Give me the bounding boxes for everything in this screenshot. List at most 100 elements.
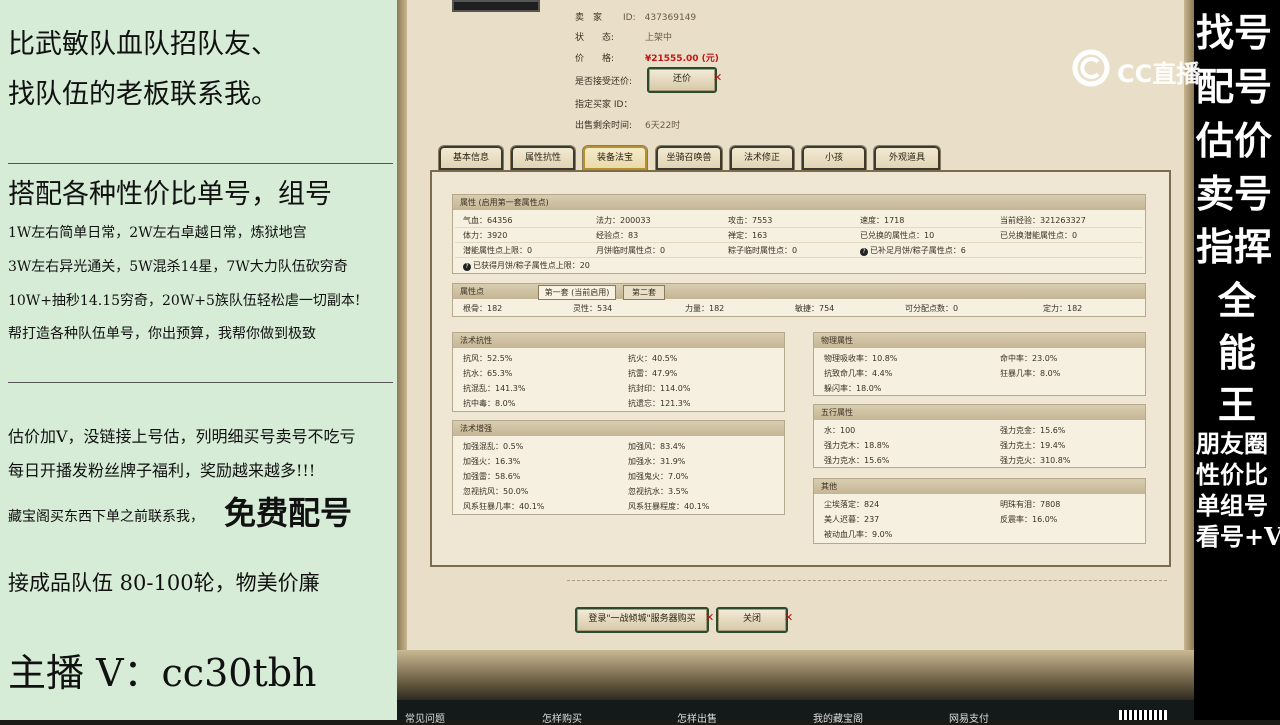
pt-endurance: 定力：182 — [1043, 304, 1083, 313]
buy-on-server-button[interactable]: 登录"一战倾城"服务器购买 — [575, 607, 709, 633]
footer-link-pay[interactable]: 网易支付 — [949, 710, 989, 725]
service-heading: 搭配各种性价比单号，组号 — [8, 179, 332, 210]
stat-cap-obtained: ? 已获得月饼/粽子属性点上限：20 — [463, 260, 590, 271]
status-value: 上架中 — [645, 33, 673, 43]
wuxing-cell: 强力克土：19.4% — [1000, 441, 1066, 450]
pt-strength: 力量：182 — [685, 304, 725, 313]
wuxing-cell: 水：100 — [824, 426, 856, 435]
phys-cell: 抗致命几率：4.4% — [824, 369, 893, 378]
haggle-label: 是否接受还价: — [575, 77, 633, 87]
five-elements-header: 五行属性 — [814, 405, 1145, 420]
service-line-2: 3W左右异光通关，5W混杀14星，7W大力队伍砍穷奇 — [8, 259, 348, 275]
close-button[interactable]: 关闭 — [716, 607, 788, 633]
resist-cell: 抗混乱：141.3% — [463, 384, 526, 393]
physical-attr-box: 物理属性 物理吸收率：10.8% 命中率：23.0% 抗致命几率：4.4% 狂暴… — [813, 332, 1146, 396]
spell-resist-box: 法术抗性 抗风：52.5% 抗火：40.5% 抗水：65.3% 抗雷：47.9%… — [452, 332, 785, 412]
team-offer-line: 接成品队伍 80-100轮，物美价廉 — [8, 571, 320, 595]
stat-mooncake: 月饼临时属性点：0 — [596, 246, 666, 255]
stat-potential-cap: 潜能属性点上限：0 — [463, 246, 533, 255]
resist-cell: 抗中毒：8.0% — [463, 399, 516, 408]
note-line-2: 每日开播发粉丝牌子福利，奖励越来越多!!! — [8, 461, 316, 480]
seller-id: ID: 437369149 — [623, 13, 697, 23]
footer-link-buy[interactable]: 怎样购买 — [542, 710, 582, 725]
tab-attributes[interactable]: 属性抗性 — [510, 145, 576, 170]
phys-cell: 狂暴几率：8.0% — [1000, 369, 1061, 378]
price-label: 价 格: — [575, 54, 615, 64]
streamer-contact: 主播 V：cc30tbh — [8, 651, 317, 695]
spell-resist-header: 法术抗性 — [453, 333, 784, 348]
other-attr-header: 其他 — [814, 479, 1145, 494]
left-frame — [397, 0, 407, 680]
note-line-3: 藏宝阁买东西下单之前联系我， — [8, 509, 204, 525]
recruit-line-1: 比武敏队血队招队友、 — [8, 29, 278, 60]
wuxing-cell: 强力克火：310.8% — [1000, 456, 1071, 465]
service-line-3: 10W+抽秒14.15穷奇，20W+5族队伍轻松虐一切副本! — [8, 293, 361, 309]
phys-cell: 躲闪率：18.0% — [824, 384, 882, 393]
tab-basic-info[interactable]: 基本信息 — [438, 145, 504, 170]
stat-filled-text: 已补足月饼/粽子属性点：6 — [870, 246, 966, 255]
stat-potential-exchanged: 已兑换潜能属性点：0 — [1000, 231, 1078, 240]
other-cell: 尘埃落定：824 — [824, 500, 880, 509]
dotted-divider — [567, 580, 1167, 581]
tab-spell-correction[interactable]: 法术修正 — [729, 145, 795, 170]
ad-line-8: 王 — [1218, 382, 1257, 427]
streamer-info-panel: 比武敏队血队招队友、 找队伍的老板联系我。 搭配各种性价比单号，组号 1W左右简… — [0, 0, 397, 720]
ad-line-7: 能 — [1218, 330, 1257, 375]
resist-cell: 抗雷：47.9% — [628, 369, 678, 378]
resist-cell: 抗封印：114.0% — [628, 384, 691, 393]
recruit-line-2: 找队伍的老板联系我。 — [8, 79, 278, 110]
status-label: 状 态: — [575, 33, 615, 43]
divider — [8, 382, 393, 383]
time-label: 出售剩余时间: — [575, 121, 633, 131]
pt-agility: 敏捷：754 — [795, 304, 835, 313]
spell-boost-box: 法术增强 加强混乱：0.5% 加强风：83.4% 加强火：16.3% 加强水：3… — [452, 420, 785, 515]
resist-cell: 抗风：52.5% — [463, 354, 513, 363]
ad-small-1: 朋友圈 — [1196, 429, 1268, 458]
boost-cell: 加强水：31.9% — [628, 457, 686, 466]
tab-point-set-1[interactable]: 第一套 (当前启用) — [538, 285, 616, 300]
resist-cell: 抗水：65.3% — [463, 369, 513, 378]
pt-free: 可分配点数：0 — [905, 304, 959, 313]
close-icon: ✕ — [784, 611, 794, 624]
other-cell: 明珠有泪：7808 — [1000, 500, 1061, 509]
tab-appearance[interactable]: 外观道具 — [873, 145, 941, 170]
haggle-button[interactable]: 还价 — [647, 67, 717, 93]
divider — [8, 163, 393, 164]
stat-mp: 法力：200033 — [596, 216, 651, 225]
service-line-4: 帮打造各种队伍单号，你出预算，我帮你做到极致 — [8, 326, 316, 342]
other-cell: 被动血几率：9.0% — [824, 530, 893, 539]
tab-mounts-pets[interactable]: 坐骑召唤兽 — [655, 145, 723, 170]
stat-exp-points: 经验点：83 — [596, 231, 639, 240]
tab-point-set-2[interactable]: 第二套 — [623, 285, 665, 300]
stat-exp: 当前经验：321263327 — [1000, 216, 1086, 225]
service-line-1: 1W左右简单日常，2W左右卓越日常，炼狱地宫 — [8, 225, 307, 241]
ad-line-6: 全 — [1218, 278, 1257, 323]
boost-cell: 忽视抗风：50.0% — [463, 487, 529, 496]
boost-cell: 加强鬼火：7.0% — [628, 472, 689, 481]
help-icon: ? — [463, 263, 471, 271]
boost-cell: 加强雷：58.6% — [463, 472, 521, 481]
footer-link-my[interactable]: 我的藏宝阁 — [813, 710, 863, 725]
ad-small-3: 单组号 — [1196, 491, 1268, 520]
footer-link-faq[interactable]: 常见问题 — [405, 710, 445, 725]
stat-exchanged: 已兑换的属性点：10 — [860, 231, 935, 240]
seller-label: 卖 家 — [575, 13, 603, 23]
other-cell: 反震率：16.0% — [1000, 515, 1058, 524]
game-trade-window: 卖 家 ID: 437369149 状 态: 上架中 价 格: ¥21555.0… — [397, 0, 1194, 725]
stat-cap-obtained-text: 已获得月饼/粽子属性点上限：20 — [473, 261, 590, 270]
tab-equipment[interactable]: 装备法宝 — [582, 145, 648, 170]
close-icon: ✕ — [705, 611, 715, 624]
attributes-box: 属性 (启用第一套属性点) 气血：64356 法力：200033 攻击：7553… — [452, 194, 1146, 274]
pt-constitution: 根骨：182 — [463, 304, 503, 313]
stat-filled: ? 已补足月饼/粽子属性点：6 — [860, 245, 966, 256]
note-line-1: 估价加V，没链接上号估，列明细买号卖号不吃亏 — [8, 427, 356, 446]
tab-child[interactable]: 小孩 — [801, 145, 867, 170]
other-cell: 美人迟暮：237 — [824, 515, 880, 524]
help-icon: ? — [860, 248, 868, 256]
resist-cell: 抗遗忘：121.3% — [628, 399, 691, 408]
boost-cell: 忽视抗水：3.5% — [628, 487, 689, 496]
wuxing-cell: 强力克木：18.8% — [824, 441, 890, 450]
footer-link-sell[interactable]: 怎样出售 — [677, 710, 717, 725]
stat-attack: 攻击：7553 — [728, 216, 773, 225]
item-thumbnail — [452, 0, 540, 12]
